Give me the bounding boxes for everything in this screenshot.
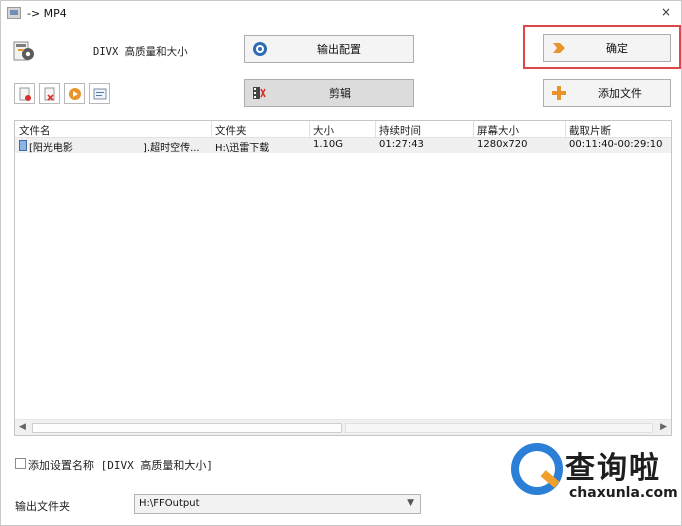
output-config-label: 输出配置 [317,43,361,56]
info-button[interactable] [89,83,110,104]
play-button[interactable] [64,83,85,104]
add-profile-name-label[interactable]: 添加设置名称 [DIVX 高质量和大小] [28,457,213,473]
column-header-folder[interactable]: 文件夹 [215,123,247,138]
list-header: 文件名 文件夹 大小 持续时间 屏幕大小 截取片断 [15,121,671,138]
film-clip-icon [253,87,266,99]
table-row[interactable]: [阳光电影 ].超时空传... H:\迅雷下载 1.10G 01:27:43 1… [15,138,671,154]
window-title: -> MP4 [27,7,67,20]
output-config-button[interactable]: 输出配置 [244,35,414,63]
settings-globe-icon [253,42,267,56]
clip-button[interactable]: 剪辑 [244,79,414,107]
cell-duration: 01:27:43 [379,139,424,150]
clip-label: 剪辑 [329,87,351,100]
chevron-down-icon: ▼ [407,498,414,508]
ok-label: 确定 [606,42,628,55]
cell-size: 1.10G [313,139,344,150]
add-profile-name-checkbox[interactable] [15,458,26,469]
app-icon [7,7,21,19]
ok-button[interactable]: 确定 [543,34,671,62]
output-folder-label: 输出文件夹 [15,500,70,513]
column-header-screen-size[interactable]: 屏幕大小 [477,123,519,138]
output-folder-value: H:\FFOutput [139,498,200,509]
remove-file-button[interactable] [14,83,35,104]
profile-label: DIVX 高质量和大小 [93,46,188,58]
add-file-button[interactable]: 添加文件 [543,79,671,107]
divx-profile-icon [13,41,34,61]
column-header-size[interactable]: 大小 [313,123,334,138]
column-separator[interactable] [309,121,310,138]
column-separator[interactable] [473,121,474,138]
column-header-duration[interactable]: 持续时间 [379,123,421,138]
add-file-label: 添加文件 [598,87,642,100]
output-folder-select[interactable]: H:\FFOutput ▼ [134,494,421,514]
scroll-right-icon[interactable]: ▶ [660,422,667,432]
column-separator[interactable] [211,121,212,138]
dialog-window: -> MP4 × DIVX 高质量和大小 输出配置 确定 剪辑 添加文件 文件名… [0,0,682,526]
scrollbar-thumb[interactable] [32,423,342,433]
play-icon [69,88,81,100]
close-button[interactable]: × [661,5,671,19]
watermark-title: 查询啦 [565,451,661,486]
clear-icon [44,87,55,101]
plus-icon [552,86,566,100]
watermark-logo: 查询啦 chaxunla.com [507,441,678,521]
horizontal-scrollbar[interactable]: ◀ ▶ [15,419,671,435]
info-icon [93,88,107,100]
cell-clip-range: 00:11:40-00:29:10 [569,139,663,150]
clear-list-button[interactable] [39,83,60,104]
column-header-clip[interactable]: 截取片断 [569,123,611,138]
video-file-icon [19,140,27,151]
scroll-left-icon[interactable]: ◀ [19,422,26,432]
column-separator[interactable] [375,121,376,138]
title-bar: -> MP4 × [1,1,681,27]
cell-filename: [阳光电影 [29,143,73,154]
watermark-url: chaxunla.com [569,485,678,501]
search-logo-icon [511,443,563,495]
arrow-right-icon [553,43,565,53]
remove-icon [19,87,31,101]
cell-screen-size: 1280x720 [477,139,528,150]
cell-folder: H:\迅雷下载 [215,143,270,154]
scrollbar-track[interactable] [345,423,653,433]
column-separator[interactable] [565,121,566,138]
cell-filename-suffix: ].超时空传... [143,143,200,154]
file-list[interactable]: 文件名 文件夹 大小 持续时间 屏幕大小 截取片断 [阳光电影 ].超时空传..… [14,120,672,436]
column-header-filename[interactable]: 文件名 [19,123,51,138]
